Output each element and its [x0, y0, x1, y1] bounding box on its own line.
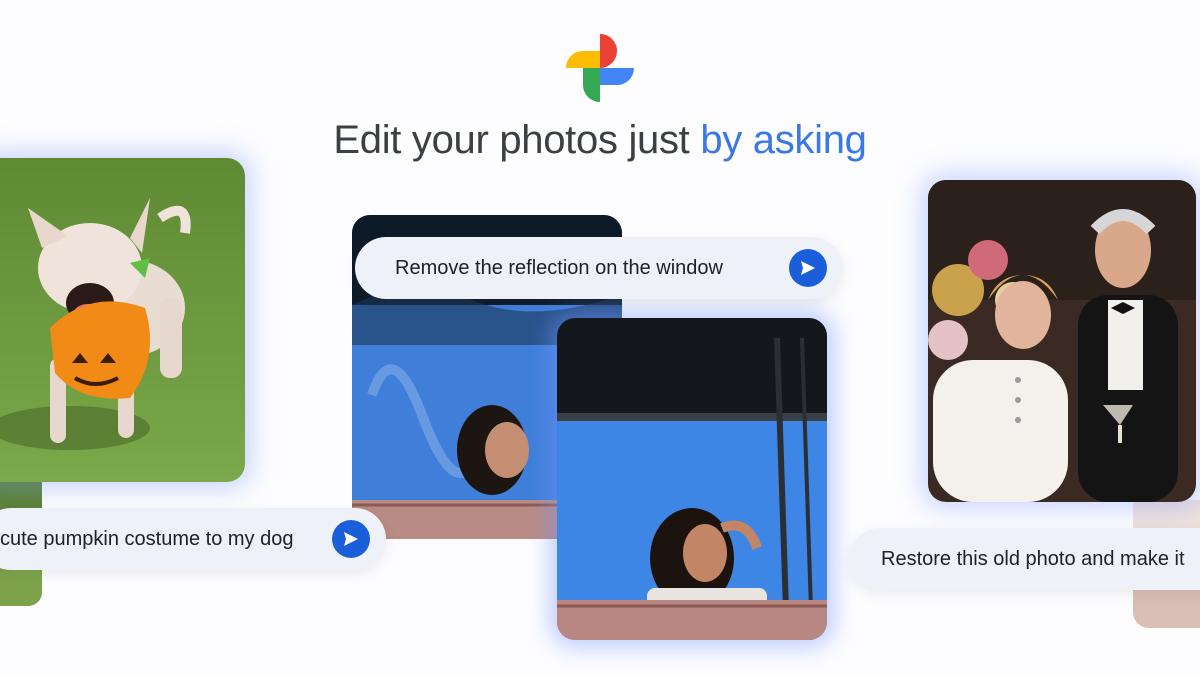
dog-pumpkin-costume-photo [0, 158, 245, 482]
prompt-text: cute pumpkin costume to my dog [0, 527, 294, 550]
send-arrow-icon[interactable] [789, 249, 827, 287]
google-photos-pinwheel-icon [562, 30, 638, 106]
send-arrow-icon[interactable] [332, 520, 370, 558]
prompt-text: Restore this old photo and make it [881, 547, 1185, 570]
window-reflection-after-photo [557, 318, 827, 640]
prompt-chip-restore-photo[interactable]: Restore this old photo and make it [849, 528, 1200, 590]
headline-accent: by asking [700, 118, 867, 162]
prompt-chip-remove-reflection[interactable]: Remove the reflection on the window [355, 237, 843, 299]
prompt-chip-pumpkin-costume[interactable]: cute pumpkin costume to my dog [0, 508, 386, 570]
prompt-text: Remove the reflection on the window [395, 256, 723, 279]
headline-plain: Edit your photos just [333, 118, 701, 162]
page-title: Edit your photos just by asking [0, 118, 1200, 163]
old-couple-photo [928, 180, 1196, 502]
promo-banner: Edit your photos just by asking Remove t… [0, 0, 1200, 675]
